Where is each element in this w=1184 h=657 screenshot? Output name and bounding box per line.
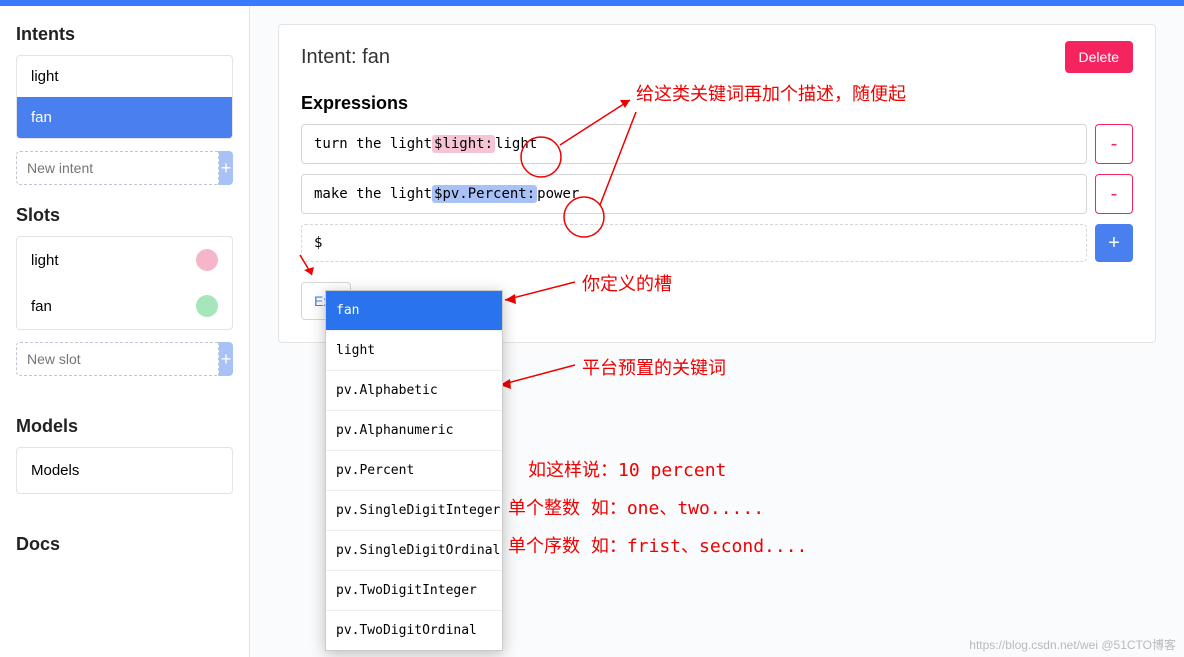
models-heading: Models xyxy=(16,416,233,437)
slot-label: fan xyxy=(31,298,52,315)
slots-list: light fan xyxy=(16,236,233,330)
dropdown-item-alphabetic[interactable]: pv.Alphabetic xyxy=(326,371,502,411)
remove-expression-button[interactable]: - xyxy=(1095,174,1133,214)
expression-input-1[interactable]: turn the light $light:light xyxy=(301,124,1087,164)
slot-token: $pv.Percent: xyxy=(432,185,537,203)
slot-token: $light: xyxy=(432,135,495,153)
slot-item-fan[interactable]: fan xyxy=(17,283,232,329)
models-item[interactable]: Models xyxy=(16,447,233,494)
slot-label: light xyxy=(31,252,59,269)
slot-item-light[interactable]: light xyxy=(17,237,232,283)
sidebar: Intents light fan + Slots light fan + Mo… xyxy=(0,6,250,657)
slot-autocomplete-dropdown: fan light pv.Alphabetic pv.Alphanumeric … xyxy=(325,290,503,651)
new-expression-input[interactable]: $ xyxy=(301,224,1087,262)
dropdown-item-singledigitordinal[interactable]: pv.SingleDigitOrdinal xyxy=(326,531,502,571)
dropdown-item-fan[interactable]: fan xyxy=(326,291,502,331)
dropdown-item-light[interactable]: light xyxy=(326,331,502,371)
add-intent-button[interactable]: + xyxy=(219,151,233,185)
dropdown-item-twodigitinteger[interactable]: pv.TwoDigitInteger xyxy=(326,571,502,611)
page-title: Intent: fan xyxy=(301,46,390,69)
watermark: https://blog.csdn.net/wei @51CTO博客 xyxy=(969,636,1176,653)
intents-heading: Intents xyxy=(16,24,233,45)
dropdown-item-alphanumeric[interactable]: pv.Alphanumeric xyxy=(326,411,502,451)
add-slot-button[interactable]: + xyxy=(219,342,233,376)
docs-heading: Docs xyxy=(16,534,233,555)
intents-list: light fan xyxy=(16,55,233,139)
slots-heading: Slots xyxy=(16,205,233,226)
delete-button[interactable]: Delete xyxy=(1065,41,1133,73)
slot-color-dot xyxy=(196,295,218,317)
new-intent-input[interactable] xyxy=(16,151,219,185)
add-expression-button[interactable]: + xyxy=(1095,224,1133,262)
expressions-heading: Expressions xyxy=(301,93,1133,114)
slot-color-dot xyxy=(196,249,218,271)
expression-input-2[interactable]: make the light $pv.Percent:power xyxy=(301,174,1087,214)
dropdown-item-singledigitinteger[interactable]: pv.SingleDigitInteger xyxy=(326,491,502,531)
dropdown-item-percent[interactable]: pv.Percent xyxy=(326,451,502,491)
new-slot-input[interactable] xyxy=(16,342,219,376)
intent-item-light[interactable]: light xyxy=(17,56,232,97)
remove-expression-button[interactable]: - xyxy=(1095,124,1133,164)
intent-item-fan[interactable]: fan xyxy=(17,97,232,138)
dropdown-item-twodigitordinal[interactable]: pv.TwoDigitOrdinal xyxy=(326,611,502,650)
